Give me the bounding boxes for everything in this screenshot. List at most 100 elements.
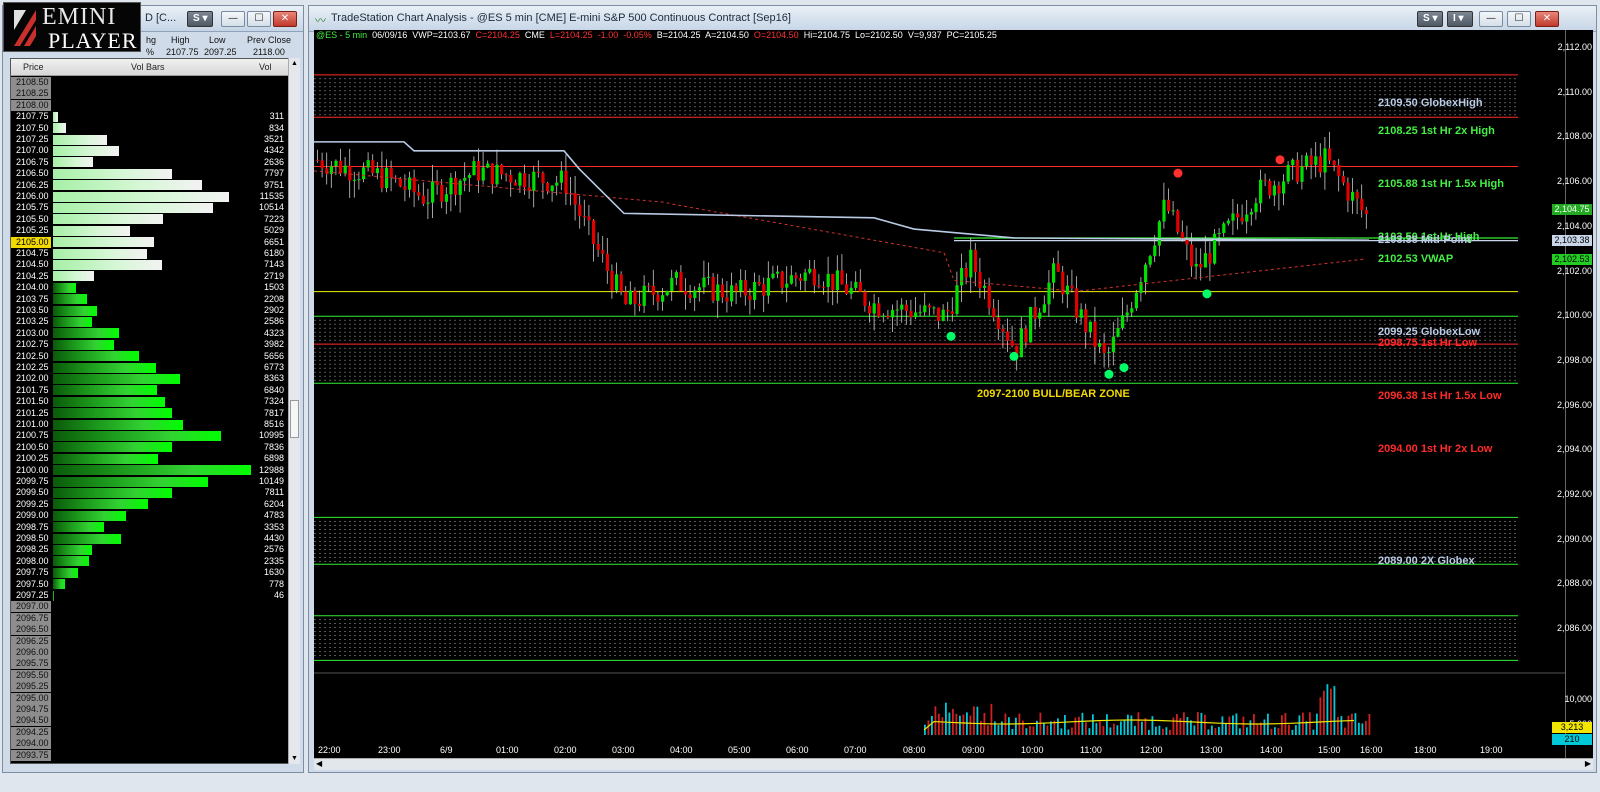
scroll-down-arrow-icon[interactable]: ▼ — [291, 755, 298, 762]
candle-body — [1130, 308, 1134, 313]
candle-body — [923, 305, 927, 313]
ladder-row[interactable]: 2103.25 2586 — [11, 316, 297, 328]
ladder-row[interactable]: 2101.25 7817 — [11, 407, 297, 419]
ladder-row[interactable]: 2099.25 6204 — [11, 498, 297, 510]
ladder-row[interactable]: 2094.00 — [11, 738, 297, 750]
ladder-row[interactable]: 2099.75 10149 — [11, 476, 297, 487]
ladder-volume: 3353 — [263, 521, 284, 532]
candle-body — [1144, 264, 1148, 283]
ladder-row[interactable]: 2096.75 — [11, 612, 297, 624]
ladder-scrollbar[interactable]: ▲ ▼ — [288, 58, 300, 764]
scroll-thumb[interactable] — [290, 400, 299, 438]
ladder-volume: 11535 — [259, 191, 284, 201]
ladder-row[interactable]: 2103.00 4323 — [11, 327, 297, 339]
ladder-row[interactable]: 2107.50 834 — [11, 122, 297, 134]
ladder-row[interactable]: 2097.00 — [11, 601, 297, 613]
candle-body — [1079, 309, 1083, 318]
ladder-row[interactable]: 2100.00 12988 — [11, 464, 297, 476]
ladder-row[interactable]: 2097.75 1630 — [11, 567, 297, 579]
ladder-row[interactable]: 2107.00 4342 — [11, 145, 297, 157]
ladder-row[interactable]: 2095.75 — [11, 658, 297, 670]
column-vol[interactable]: Vol — [259, 62, 272, 72]
chart-indicator-menu-button[interactable]: I ▾ — [1447, 11, 1473, 27]
candle-body — [1268, 180, 1272, 196]
price-chart[interactable]: @ES - 5 min 06/09/16 VWP=2103.67 C=2104.… — [314, 30, 1565, 758]
volume-bar — [1078, 716, 1080, 735]
chart-close-button[interactable]: ✕ — [1535, 11, 1559, 27]
ladder-row[interactable]: 2108.50 — [11, 77, 297, 88]
volume-bar — [53, 111, 58, 122]
ladder-row[interactable]: 2105.25 5029 — [11, 225, 297, 237]
ladder-row[interactable]: 2102.00 8363 — [11, 373, 297, 385]
ladder-row[interactable]: 2094.25 — [11, 726, 297, 738]
time-label: 6/9 — [440, 745, 453, 755]
ladder-row[interactable]: 2096.00 — [11, 647, 297, 658]
ladder-row[interactable]: 2105.75 10514 — [11, 202, 297, 214]
maximize-button[interactable]: ☐ — [247, 11, 271, 27]
ladder-row[interactable]: 2096.50 — [11, 624, 297, 636]
ladder-row[interactable]: 2108.00 — [11, 99, 297, 111]
ladder-row[interactable]: 2095.00 — [11, 692, 297, 704]
hscroll-left-arrow-icon[interactable]: ◀ — [316, 759, 322, 768]
ladder-row[interactable]: 2094.50 — [11, 715, 297, 727]
volume-bar — [1057, 718, 1059, 735]
ladder-row[interactable]: 2098.25 2576 — [11, 544, 297, 556]
chart-maximize-button[interactable]: ☐ — [1507, 11, 1531, 27]
scroll-up-arrow-icon[interactable]: ▲ — [291, 60, 298, 67]
ladder-volume: 2208 — [263, 293, 284, 304]
chart-horizontal-scrollbar[interactable]: ◀ ▶ — [314, 758, 1593, 770]
ladder-row[interactable]: 2093.75 — [11, 749, 297, 761]
ladder-row[interactable]: 2105.00 6651 — [11, 236, 297, 248]
ladder-row[interactable]: 2107.25 3521 — [11, 134, 297, 145]
ladder-row[interactable]: 2105.50 7223 — [11, 213, 297, 225]
hscroll-right-arrow-icon[interactable]: ▶ — [1585, 759, 1591, 768]
ladder-row[interactable]: 2098.75 3353 — [11, 521, 297, 533]
column-vol-bars[interactable]: Vol Bars — [131, 62, 165, 72]
ladder-row[interactable]: 2106.25 9751 — [11, 179, 297, 191]
ladder-row[interactable]: 2101.75 6840 — [11, 384, 297, 396]
ladder-row[interactable]: 2095.50 — [11, 669, 297, 681]
ladder-row[interactable]: 2104.50 7143 — [11, 259, 297, 271]
ladder-row[interactable]: 2106.75 2636 — [11, 156, 297, 168]
volume-bar — [1134, 725, 1136, 735]
ladder-row[interactable]: 2095.25 — [11, 681, 297, 693]
ladder-row[interactable]: 2100.50 7836 — [11, 441, 297, 453]
ladder-row[interactable]: 2102.25 6773 — [11, 362, 297, 373]
ladder-row[interactable]: 2106.50 7797 — [11, 168, 297, 180]
price-tick: 2,112.00 — [1557, 42, 1592, 52]
ladder-row[interactable]: 2108.25 — [11, 88, 297, 100]
price-axis[interactable]: 2,112.00 2,110.00 2,108.00 2,106.00 2,104.00… — [1552, 30, 1593, 758]
volume-bar — [1190, 720, 1192, 735]
ladder-row[interactable]: 2106.00 11535 — [11, 191, 297, 202]
ladder-row[interactable]: 2099.50 7811 — [11, 487, 297, 499]
ladder-row[interactable]: 2104.75 6180 — [11, 248, 297, 259]
time-label: 09:00 — [962, 745, 985, 755]
column-price[interactable]: Price — [23, 62, 44, 72]
ladder-row[interactable]: 2103.50 2902 — [11, 305, 297, 316]
ladder-row[interactable]: 2100.75 10995 — [11, 430, 297, 442]
symbol-menu-button[interactable]: S ▾ — [187, 11, 213, 27]
ladder-row[interactable]: 2104.00 1503 — [11, 282, 297, 294]
chart-symbol-menu-button[interactable]: S ▾ — [1417, 11, 1443, 27]
ladder-row[interactable]: 2099.00 4783 — [11, 510, 297, 522]
ladder-row[interactable]: 2102.75 3982 — [11, 339, 297, 351]
ladder-row[interactable]: 2098.00 2335 — [11, 555, 297, 567]
ladder-row[interactable]: 2101.50 7324 — [11, 396, 297, 408]
chart-minimize-button[interactable]: — — [1479, 11, 1503, 27]
close-button[interactable]: ✕ — [273, 11, 297, 27]
ladder-row[interactable]: 2103.75 2208 — [11, 293, 297, 305]
ladder-row[interactable]: 2100.25 6898 — [11, 453, 297, 465]
ladder-row[interactable]: 2102.50 5656 — [11, 350, 297, 362]
volume-bar — [1281, 715, 1283, 735]
ladder-row[interactable]: 2098.50 4430 — [11, 533, 297, 544]
ladder-row[interactable]: 2104.25 2719 — [11, 270, 297, 282]
ladder-row[interactable]: 2097.50 778 — [11, 578, 297, 590]
level-label: 2098.75 1st Hr Low — [1378, 337, 1478, 350]
ladder-row[interactable]: 2096.25 — [11, 635, 297, 647]
minimize-button[interactable]: — — [221, 11, 245, 27]
ladder-row[interactable]: 2101.00 8516 — [11, 419, 297, 430]
ladder-row[interactable]: 2094.75 — [11, 704, 297, 715]
ladder-row[interactable]: 2107.75 311 — [11, 111, 297, 123]
volume-bar — [1214, 728, 1217, 735]
ladder-row[interactable]: 2097.25 46 — [11, 590, 297, 601]
